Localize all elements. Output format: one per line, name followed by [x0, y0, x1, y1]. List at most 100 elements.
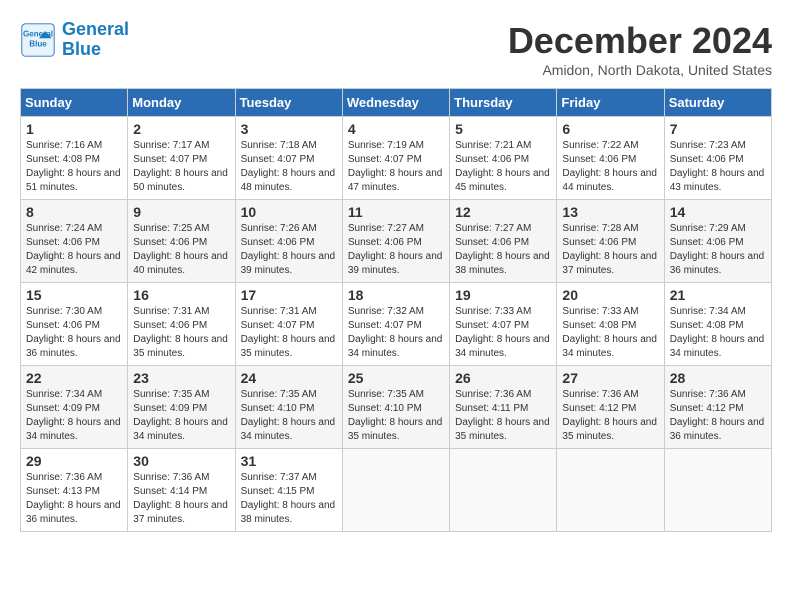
calendar-cell: 17 Sunrise: 7:31 AM Sunset: 4:07 PM Dayl…	[235, 283, 342, 366]
day-info: Sunrise: 7:29 AM Sunset: 4:06 PM Dayligh…	[670, 222, 766, 278]
day-number: 13	[562, 204, 658, 220]
day-info: Sunrise: 7:34 AM Sunset: 4:09 PM Dayligh…	[26, 388, 122, 444]
title-block: December 2024 Amidon, North Dakota, Unit…	[508, 20, 772, 78]
calendar-cell: 3 Sunrise: 7:18 AM Sunset: 4:07 PM Dayli…	[235, 117, 342, 200]
page-header: General Blue General Blue December 2024 …	[20, 20, 772, 78]
day-info: Sunrise: 7:37 AM Sunset: 4:15 PM Dayligh…	[241, 471, 337, 527]
logo-icon: General Blue	[20, 22, 56, 58]
calendar-cell: 19 Sunrise: 7:33 AM Sunset: 4:07 PM Dayl…	[450, 283, 557, 366]
day-info: Sunrise: 7:19 AM Sunset: 4:07 PM Dayligh…	[348, 139, 444, 195]
day-info: Sunrise: 7:35 AM Sunset: 4:09 PM Dayligh…	[133, 388, 229, 444]
day-info: Sunrise: 7:17 AM Sunset: 4:07 PM Dayligh…	[133, 139, 229, 195]
day-of-week-header: Saturday	[664, 89, 771, 117]
calendar-cell: 20 Sunrise: 7:33 AM Sunset: 4:08 PM Dayl…	[557, 283, 664, 366]
calendar-week-row: 1 Sunrise: 7:16 AM Sunset: 4:08 PM Dayli…	[21, 117, 772, 200]
day-info: Sunrise: 7:21 AM Sunset: 4:06 PM Dayligh…	[455, 139, 551, 195]
calendar-cell: 14 Sunrise: 7:29 AM Sunset: 4:06 PM Dayl…	[664, 200, 771, 283]
calendar-cell: 24 Sunrise: 7:35 AM Sunset: 4:10 PM Dayl…	[235, 366, 342, 449]
day-info: Sunrise: 7:27 AM Sunset: 4:06 PM Dayligh…	[348, 222, 444, 278]
day-number: 25	[348, 370, 444, 386]
day-info: Sunrise: 7:36 AM Sunset: 4:12 PM Dayligh…	[670, 388, 766, 444]
day-of-week-header: Tuesday	[235, 89, 342, 117]
calendar-cell: 12 Sunrise: 7:27 AM Sunset: 4:06 PM Dayl…	[450, 200, 557, 283]
day-number: 6	[562, 121, 658, 137]
svg-text:Blue: Blue	[29, 39, 47, 48]
day-info: Sunrise: 7:33 AM Sunset: 4:08 PM Dayligh…	[562, 305, 658, 361]
day-number: 27	[562, 370, 658, 386]
calendar-week-row: 8 Sunrise: 7:24 AM Sunset: 4:06 PM Dayli…	[21, 200, 772, 283]
day-number: 31	[241, 453, 337, 469]
day-number: 17	[241, 287, 337, 303]
day-number: 4	[348, 121, 444, 137]
day-of-week-header: Monday	[128, 89, 235, 117]
calendar-cell: 29 Sunrise: 7:36 AM Sunset: 4:13 PM Dayl…	[21, 449, 128, 532]
day-number: 18	[348, 287, 444, 303]
day-info: Sunrise: 7:33 AM Sunset: 4:07 PM Dayligh…	[455, 305, 551, 361]
calendar-cell: 31 Sunrise: 7:37 AM Sunset: 4:15 PM Dayl…	[235, 449, 342, 532]
calendar-cell: 21 Sunrise: 7:34 AM Sunset: 4:08 PM Dayl…	[664, 283, 771, 366]
day-number: 3	[241, 121, 337, 137]
day-info: Sunrise: 7:16 AM Sunset: 4:08 PM Dayligh…	[26, 139, 122, 195]
calendar-cell: 13 Sunrise: 7:28 AM Sunset: 4:06 PM Dayl…	[557, 200, 664, 283]
day-of-week-header: Thursday	[450, 89, 557, 117]
logo-text: General Blue	[62, 20, 129, 60]
day-info: Sunrise: 7:23 AM Sunset: 4:06 PM Dayligh…	[670, 139, 766, 195]
location: Amidon, North Dakota, United States	[508, 62, 772, 78]
calendar-cell: 30 Sunrise: 7:36 AM Sunset: 4:14 PM Dayl…	[128, 449, 235, 532]
calendar-cell: 23 Sunrise: 7:35 AM Sunset: 4:09 PM Dayl…	[128, 366, 235, 449]
calendar-cell: 5 Sunrise: 7:21 AM Sunset: 4:06 PM Dayli…	[450, 117, 557, 200]
day-number: 24	[241, 370, 337, 386]
calendar-cell: 4 Sunrise: 7:19 AM Sunset: 4:07 PM Dayli…	[342, 117, 449, 200]
day-info: Sunrise: 7:36 AM Sunset: 4:12 PM Dayligh…	[562, 388, 658, 444]
calendar-cell: 11 Sunrise: 7:27 AM Sunset: 4:06 PM Dayl…	[342, 200, 449, 283]
day-number: 20	[562, 287, 658, 303]
day-number: 23	[133, 370, 229, 386]
day-info: Sunrise: 7:26 AM Sunset: 4:06 PM Dayligh…	[241, 222, 337, 278]
calendar-cell	[342, 449, 449, 532]
day-number: 14	[670, 204, 766, 220]
day-number: 5	[455, 121, 551, 137]
day-info: Sunrise: 7:36 AM Sunset: 4:14 PM Dayligh…	[133, 471, 229, 527]
calendar-cell: 26 Sunrise: 7:36 AM Sunset: 4:11 PM Dayl…	[450, 366, 557, 449]
day-number: 7	[670, 121, 766, 137]
calendar-cell: 1 Sunrise: 7:16 AM Sunset: 4:08 PM Dayli…	[21, 117, 128, 200]
day-of-week-header: Sunday	[21, 89, 128, 117]
day-number: 26	[455, 370, 551, 386]
day-number: 15	[26, 287, 122, 303]
day-number: 29	[26, 453, 122, 469]
day-number: 9	[133, 204, 229, 220]
day-info: Sunrise: 7:27 AM Sunset: 4:06 PM Dayligh…	[455, 222, 551, 278]
day-number: 12	[455, 204, 551, 220]
logo: General Blue General Blue	[20, 20, 129, 60]
day-info: Sunrise: 7:30 AM Sunset: 4:06 PM Dayligh…	[26, 305, 122, 361]
calendar-header-row: SundayMondayTuesdayWednesdayThursdayFrid…	[21, 89, 772, 117]
day-info: Sunrise: 7:36 AM Sunset: 4:13 PM Dayligh…	[26, 471, 122, 527]
day-info: Sunrise: 7:35 AM Sunset: 4:10 PM Dayligh…	[241, 388, 337, 444]
calendar-cell: 10 Sunrise: 7:26 AM Sunset: 4:06 PM Dayl…	[235, 200, 342, 283]
calendar-cell: 22 Sunrise: 7:34 AM Sunset: 4:09 PM Dayl…	[21, 366, 128, 449]
day-info: Sunrise: 7:35 AM Sunset: 4:10 PM Dayligh…	[348, 388, 444, 444]
day-number: 22	[26, 370, 122, 386]
day-of-week-header: Wednesday	[342, 89, 449, 117]
calendar-cell: 9 Sunrise: 7:25 AM Sunset: 4:06 PM Dayli…	[128, 200, 235, 283]
calendar-cell: 6 Sunrise: 7:22 AM Sunset: 4:06 PM Dayli…	[557, 117, 664, 200]
day-info: Sunrise: 7:22 AM Sunset: 4:06 PM Dayligh…	[562, 139, 658, 195]
calendar-cell	[450, 449, 557, 532]
day-info: Sunrise: 7:36 AM Sunset: 4:11 PM Dayligh…	[455, 388, 551, 444]
calendar-cell: 7 Sunrise: 7:23 AM Sunset: 4:06 PM Dayli…	[664, 117, 771, 200]
calendar-cell: 15 Sunrise: 7:30 AM Sunset: 4:06 PM Dayl…	[21, 283, 128, 366]
calendar-week-row: 15 Sunrise: 7:30 AM Sunset: 4:06 PM Dayl…	[21, 283, 772, 366]
day-number: 30	[133, 453, 229, 469]
day-info: Sunrise: 7:34 AM Sunset: 4:08 PM Dayligh…	[670, 305, 766, 361]
calendar-week-row: 29 Sunrise: 7:36 AM Sunset: 4:13 PM Dayl…	[21, 449, 772, 532]
day-number: 28	[670, 370, 766, 386]
calendar-cell	[557, 449, 664, 532]
day-number: 21	[670, 287, 766, 303]
calendar-cell: 16 Sunrise: 7:31 AM Sunset: 4:06 PM Dayl…	[128, 283, 235, 366]
day-number: 2	[133, 121, 229, 137]
day-info: Sunrise: 7:18 AM Sunset: 4:07 PM Dayligh…	[241, 139, 337, 195]
calendar-cell: 25 Sunrise: 7:35 AM Sunset: 4:10 PM Dayl…	[342, 366, 449, 449]
day-number: 1	[26, 121, 122, 137]
calendar-cell: 8 Sunrise: 7:24 AM Sunset: 4:06 PM Dayli…	[21, 200, 128, 283]
day-info: Sunrise: 7:31 AM Sunset: 4:06 PM Dayligh…	[133, 305, 229, 361]
